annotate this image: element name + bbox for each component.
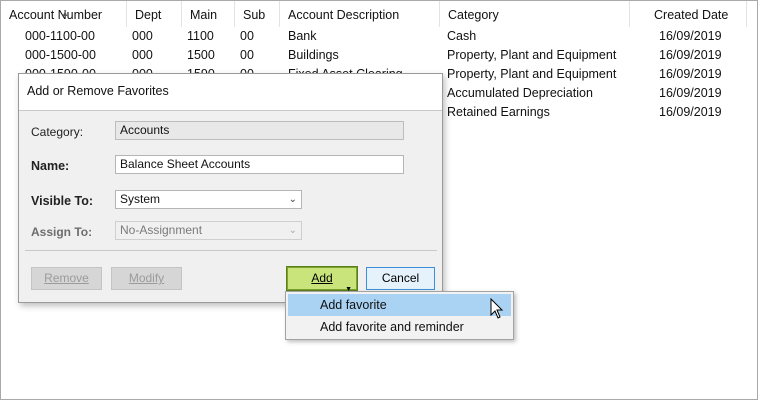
favorites-dialog: Add or Remove Favorites Category: Accoun… <box>18 73 443 303</box>
assign-to-label: Assign To: <box>31 225 93 239</box>
cell-created-date: 16/09/2019 <box>659 48 722 62</box>
chevron-down-icon: ⌄ <box>288 225 297 236</box>
cell-description: Buildings <box>288 48 339 62</box>
column-header-main[interactable]: Main <box>182 1 235 27</box>
category-value: Accounts <box>120 123 170 137</box>
remove-button: Remove <box>31 267 102 290</box>
add-button[interactable]: Add ▼ <box>286 266 358 293</box>
menu-item-label: Add favorite and reminder <box>320 320 464 334</box>
cell-category: Cash <box>447 29 477 43</box>
column-header-account-number[interactable]: Account Number ▲ <box>1 1 127 27</box>
dialog-title-bar: Add or Remove Favorites <box>19 74 442 110</box>
column-label: Category <box>448 8 499 22</box>
cell-main: 1500 <box>187 48 215 62</box>
cell-account-number: 000-1100-00 <box>25 29 95 43</box>
column-label: Dept <box>135 8 162 22</box>
column-header-dept[interactable]: Dept <box>127 1 182 27</box>
assign-to-select: No-Assignment ⌄ <box>115 221 302 240</box>
column-label: Main <box>190 8 218 22</box>
name-input[interactable]: Balance Sheet Accounts <box>115 155 404 174</box>
menu-item-add-favorite[interactable]: Add favorite <box>288 294 511 316</box>
table-row[interactable]: 000-1100-00 000 1100 00 Bank Cash 16/09/… <box>1 27 757 46</box>
divider <box>25 250 437 251</box>
visible-to-label: Visible To: <box>31 194 94 208</box>
menu-item-add-favorite-and-reminder[interactable]: Add favorite and reminder <box>288 316 511 338</box>
cell-category: Retained Earnings <box>447 105 550 119</box>
column-header-account-description[interactable]: Account Description <box>280 1 440 27</box>
add-dropdown-menu: Add favorite Add favorite and reminder <box>285 291 514 340</box>
assign-to-value: No-Assignment <box>120 223 203 237</box>
column-label: Account Number <box>9 8 103 22</box>
cell-sub: 00 <box>240 29 254 43</box>
column-header-created-date[interactable]: Created Date <box>630 1 747 27</box>
name-label: Name: <box>31 159 70 173</box>
grid-header: Account Number ▲ Dept Main Sub Account D… <box>1 1 757 27</box>
table-row[interactable]: 000-1500-00 000 1500 00 Buildings Proper… <box>1 46 757 65</box>
sort-ascending-icon: ▲ <box>61 9 69 18</box>
cell-category: Property, Plant and Equipment <box>447 48 617 62</box>
cell-main: 1100 <box>187 29 214 43</box>
cell-dept: 000 <box>132 48 153 62</box>
remove-button-label: Remove <box>44 271 89 285</box>
column-header-category[interactable]: Category <box>440 1 630 27</box>
visible-to-select[interactable]: System ⌄ <box>115 190 302 209</box>
column-label: Created Date <box>654 8 729 22</box>
column-label: Account Description <box>288 8 400 22</box>
category-label: Category: <box>31 125 84 139</box>
menu-item-label: Add favorite <box>320 298 387 312</box>
column-header-sub[interactable]: Sub <box>235 1 280 27</box>
column-label: Sub <box>243 8 266 22</box>
chevron-down-icon: ⌄ <box>288 194 297 205</box>
cell-account-number: 000-1500-00 <box>25 48 96 62</box>
visible-to-value: System <box>120 192 161 206</box>
cell-dept: 000 <box>132 29 153 43</box>
category-field: Accounts <box>115 121 404 140</box>
cancel-button[interactable]: Cancel <box>366 267 435 290</box>
cell-category: Property, Plant and Equipment <box>447 67 617 81</box>
modify-button: Modify <box>111 267 182 290</box>
cell-sub: 00 <box>240 48 254 62</box>
cell-created-date: 16/09/2019 <box>659 86 722 100</box>
cell-created-date: 16/09/2019 <box>659 105 722 119</box>
cell-created-date: 16/09/2019 <box>659 29 722 43</box>
cell-category: Accumulated Depreciation <box>447 86 593 100</box>
modify-button-label: Modify <box>128 271 165 285</box>
cell-created-date: 16/09/2019 <box>659 67 722 81</box>
add-button-label: Add <box>311 271 333 285</box>
name-value: Balance Sheet Accounts <box>120 157 251 171</box>
divider <box>19 110 442 111</box>
dialog-title: Add or Remove Favorites <box>27 84 169 98</box>
mouse-pointer-icon <box>490 298 504 319</box>
cell-description: Bank <box>288 29 317 43</box>
cancel-button-label: Cancel <box>381 271 420 285</box>
